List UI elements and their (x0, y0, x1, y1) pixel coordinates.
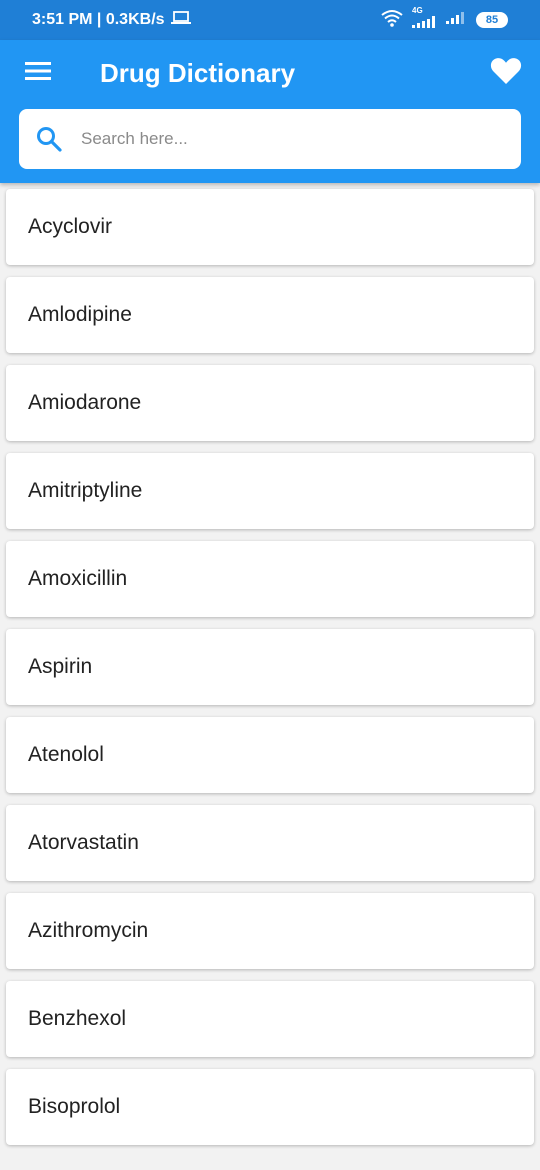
drug-name: Amlodipine (28, 303, 132, 326)
drug-list-item[interactable]: Bisoprolol (6, 1069, 534, 1145)
network-type-label: 4G (412, 6, 423, 15)
drug-list-item[interactable]: Acyclovir (6, 189, 534, 265)
search-icon[interactable] (35, 125, 63, 153)
page-title: Drug Dictionary (100, 57, 296, 88)
drug-name: Amiodarone (28, 391, 142, 414)
signal-strength-2-icon (446, 11, 468, 29)
search-input[interactable] (81, 119, 521, 159)
status-right: 4G 85 (380, 7, 508, 33)
drug-name: Acyclovir (28, 215, 113, 238)
drug-name: Azithromycin (28, 919, 149, 942)
drug-list-item[interactable]: Benzhexol (6, 981, 534, 1057)
signal-strength-icon (412, 15, 438, 33)
drug-name: Amitriptyline (28, 479, 143, 502)
wifi-icon (380, 9, 404, 32)
drug-list: Acyclovir Amlodipine Amiodarone Amitript… (6, 189, 534, 1157)
search-bar[interactable] (19, 109, 521, 169)
drug-list-item[interactable]: Azithromycin (6, 893, 534, 969)
drug-list-item[interactable]: Aspirin (6, 629, 534, 705)
drug-name: Benzhexol (28, 1007, 127, 1030)
status-bar: 3:51 PM | 0.3KB/s 4G 85 (0, 0, 540, 40)
battery-indicator: 85 (476, 12, 508, 28)
drug-list-item[interactable]: Amoxicillin (6, 541, 534, 617)
drug-list-item[interactable]: Amiodarone (6, 365, 534, 441)
drug-name: Amoxicillin (28, 567, 128, 590)
favorites-button[interactable] (488, 55, 524, 91)
status-left: 3:51 PM | 0.3KB/s (32, 10, 191, 30)
menu-button[interactable] (22, 56, 56, 90)
status-time-speed: 3:51 PM | 0.3KB/s (32, 11, 165, 28)
drug-list-item[interactable]: Amlodipine (6, 277, 534, 353)
app-bar: Drug Dictionary (0, 40, 540, 183)
network-indicator: 4G (412, 7, 438, 33)
drug-list-item[interactable]: Amitriptyline (6, 453, 534, 529)
drug-name: Aspirin (28, 655, 93, 678)
drug-name: Atorvastatin (28, 831, 139, 854)
drug-list-item[interactable]: Atenolol (6, 717, 534, 793)
laptop-icon (170, 10, 191, 30)
drug-list-item[interactable]: Atorvastatin (6, 805, 534, 881)
hamburger-menu-icon (25, 61, 53, 86)
drug-name: Atenolol (28, 743, 104, 766)
drug-name: Bisoprolol (28, 1095, 121, 1118)
heart-icon (490, 57, 522, 90)
